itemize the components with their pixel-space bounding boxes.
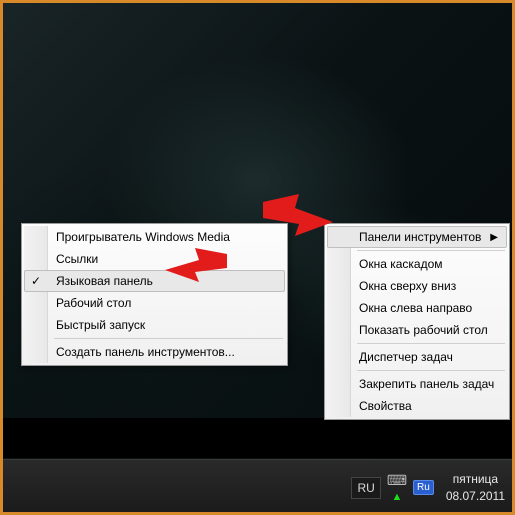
menu-item-label: Закрепить панель задач [359,377,494,391]
menu-item-cascade[interactable]: Окна каскадом [327,253,507,275]
menu-item-label: Окна сверху вниз [359,279,456,293]
keyboard-icon[interactable]: ⌨ [387,472,407,489]
submenu-item-label: Ссылки [56,252,98,266]
submenu-item-new-toolbar[interactable]: Создать панель инструментов... [24,341,285,363]
submenu-item-links[interactable]: Ссылки [24,248,285,270]
menu-separator [357,343,505,344]
language-indicator-label: RU [357,481,374,495]
clock-day: пятница [446,471,505,487]
menu-item-properties[interactable]: Свойства [327,395,507,417]
menu-item-task-manager[interactable]: Диспетчер задач [327,346,507,368]
systray: ⌨ ▲ Ru [387,472,434,503]
notification-icon[interactable]: ▲ [391,491,402,503]
submenu-item-label: Проигрыватель Windows Media [56,230,230,244]
submenu-item-label: Создать панель инструментов... [56,345,235,359]
submenu-toolbars: Проигрыватель Windows Media Ссылки ✓ Язы… [21,223,288,366]
submenu-item-label: Быстрый запуск [56,318,145,332]
menu-item-label: Свойства [359,399,412,413]
taskbar-clock[interactable]: пятница 08.07.2011 [440,469,511,505]
taskbar[interactable]: RU ⌨ ▲ Ru пятница 08.07.2011 [0,459,515,515]
systray-group: ⌨ ▲ [387,472,407,503]
submenu-item-wmp[interactable]: Проигрыватель Windows Media [24,226,285,248]
menu-item-label: Окна слева направо [359,301,472,315]
submenu-item-language-panel[interactable]: ✓ Языковая панель [24,270,285,292]
check-icon: ✓ [31,274,41,288]
submenu-arrow-icon: ▶ [490,232,498,243]
menu-separator [54,338,283,339]
menu-item-label: Панели инструментов [359,230,481,244]
menu-item-label: Окна каскадом [359,257,443,271]
menu-separator [357,370,505,371]
language-badge-label: Ru [417,482,430,493]
clock-date: 08.07.2011 [446,488,505,504]
submenu-item-label: Языковая панель [56,274,153,288]
wallpaper-dark-strip [0,418,515,458]
menu-separator [357,250,505,251]
menu-item-stack-horiz[interactable]: Окна слева направо [327,297,507,319]
menu-item-lock-taskbar[interactable]: Закрепить панель задач [327,373,507,395]
main-context-menu: Панели инструментов ▶ Окна каскадом Окна… [324,223,510,420]
menu-item-stack-vert[interactable]: Окна сверху вниз [327,275,507,297]
submenu-item-label: Рабочий стол [56,296,131,310]
menu-item-label: Диспетчер задач [359,350,453,364]
submenu-item-quicklaunch[interactable]: Быстрый запуск [24,314,285,336]
language-badge[interactable]: Ru [413,480,434,495]
menu-item-toolbars[interactable]: Панели инструментов ▶ [327,226,507,248]
menu-item-show-desktop[interactable]: Показать рабочий стол [327,319,507,341]
language-indicator[interactable]: RU [351,477,380,499]
menu-item-label: Показать рабочий стол [359,323,488,337]
submenu-item-desktop[interactable]: Рабочий стол [24,292,285,314]
